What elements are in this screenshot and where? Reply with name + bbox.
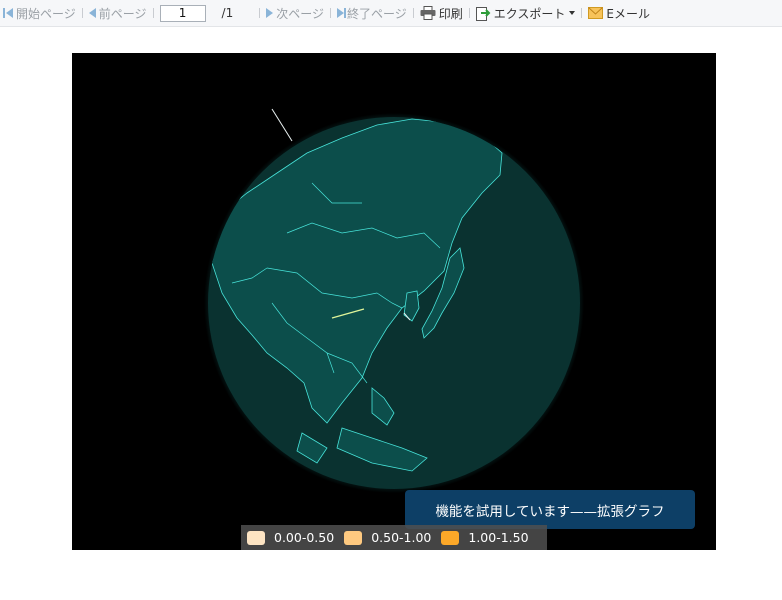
- print-button[interactable]: 印刷: [420, 3, 463, 23]
- globe-svg: [204, 108, 584, 493]
- toolbar-separator: [81, 8, 83, 18]
- toolbar-separator: [259, 8, 261, 18]
- first-page-button[interactable]: 開始ページ: [3, 3, 76, 23]
- email-button[interactable]: Eメール: [588, 3, 650, 23]
- export-label: エクスポート: [493, 6, 566, 21]
- page-total: /1: [221, 6, 234, 20]
- trial-notice: 機能を試用しています——拡張グラフ: [405, 490, 695, 529]
- toolbar-separator: [412, 8, 414, 18]
- globe-chart: 機能を試用しています——拡張グラフ 0.00-0.50 0.50-1.00 1.…: [72, 53, 716, 550]
- last-page-arrow-icon: [336, 8, 344, 18]
- first-page-arrow-icon: [6, 8, 13, 18]
- legend-item[interactable]: 0.00-0.50: [247, 530, 334, 545]
- next-page-icon: [266, 8, 274, 18]
- legend-item[interactable]: 1.00-1.50: [441, 530, 529, 545]
- legend-item[interactable]: 0.50-1.00: [344, 530, 431, 545]
- next-page-button[interactable]: 次ページ: [266, 3, 324, 23]
- flight-line: [271, 108, 293, 142]
- page-number-input[interactable]: [159, 4, 206, 22]
- chevron-down-icon: [569, 11, 576, 15]
- toolbar-separator: [152, 8, 154, 18]
- prev-page-icon: [88, 8, 96, 18]
- report-toolbar: 開始ページ 前ページ /1 次ページ 終了ページ 印刷 エクスポート: [0, 0, 782, 27]
- toolbar-separator: [468, 8, 470, 18]
- export-button[interactable]: エクスポート: [475, 3, 576, 23]
- last-page-button[interactable]: 終了ページ: [336, 3, 407, 23]
- email-label: Eメール: [606, 6, 650, 21]
- legend-swatch: [441, 530, 460, 545]
- legend-label: 0.50-1.00: [371, 530, 432, 545]
- printer-icon: [420, 6, 436, 20]
- last-page-label: 終了ページ: [346, 6, 407, 21]
- toolbar-separator: [329, 8, 331, 18]
- legend-label: 0.00-0.50: [274, 530, 335, 545]
- trial-notice-text: 機能を試用しています——拡張グラフ: [435, 503, 665, 520]
- envelope-icon: [588, 7, 604, 19]
- toolbar-separator: [581, 8, 583, 18]
- prev-page-label: 前ページ: [98, 6, 147, 21]
- legend-swatch: [344, 530, 363, 545]
- print-label: 印刷: [438, 6, 463, 21]
- first-page-label: 開始ページ: [16, 6, 76, 21]
- legend: 0.00-0.50 0.50-1.00 1.00-1.50: [241, 525, 547, 550]
- export-icon: [475, 7, 491, 21]
- legend-swatch: [247, 530, 265, 545]
- last-page-icon: [343, 8, 346, 18]
- first-page-icon: [3, 8, 5, 18]
- next-page-label: 次ページ: [276, 6, 324, 21]
- legend-label: 1.00-1.50: [468, 530, 529, 545]
- prev-page-button[interactable]: 前ページ: [88, 3, 147, 23]
